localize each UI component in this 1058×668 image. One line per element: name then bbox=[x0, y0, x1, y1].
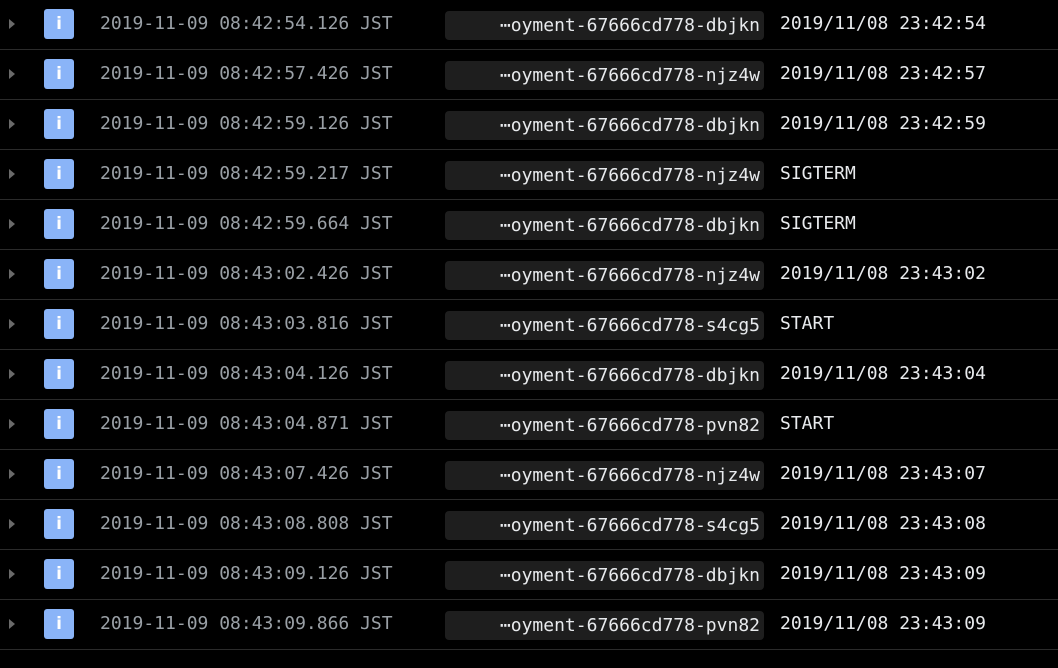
chevron-right-icon[interactable] bbox=[9, 319, 15, 329]
chevron-right-icon[interactable] bbox=[9, 419, 15, 429]
log-message: START bbox=[780, 413, 835, 434]
log-row[interactable]: i 2019-11-09 08:43:09.126 JST ⋯oyment-67… bbox=[0, 550, 1058, 600]
log-row[interactable]: i 2019-11-09 08:42:54.126 JST ⋯oyment-67… bbox=[0, 0, 1058, 50]
pod-name-chip[interactable]: ⋯oyment-67666cd778-dbjkn bbox=[445, 361, 764, 390]
pod-name-chip[interactable]: ⋯oyment-67666cd778-pvn82 bbox=[445, 611, 764, 640]
chevron-right-icon[interactable] bbox=[9, 19, 15, 29]
chevron-right-icon[interactable] bbox=[9, 219, 15, 229]
log-message: 2019/11/08 23:43:09 bbox=[780, 613, 986, 634]
info-icon: i bbox=[44, 309, 74, 339]
log-timestamp: 2019-11-09 08:42:54.126 JST bbox=[100, 13, 393, 34]
pod-name-label: ⋯oyment-67666cd778-pvn82 bbox=[499, 415, 760, 436]
pod-name-label: ⋯oyment-67666cd778-dbjkn bbox=[499, 565, 760, 586]
log-timestamp: 2019-11-09 08:43:09.866 JST bbox=[100, 613, 393, 634]
info-icon: i bbox=[44, 209, 74, 239]
log-timestamp: 2019-11-09 08:43:07.426 JST bbox=[100, 463, 393, 484]
info-icon: i bbox=[44, 459, 74, 489]
pod-name-chip[interactable]: ⋯oyment-67666cd778-dbjkn bbox=[445, 111, 764, 140]
chevron-right-icon[interactable] bbox=[9, 269, 15, 279]
pod-name-chip[interactable]: ⋯oyment-67666cd778-s4cg5 bbox=[445, 511, 764, 540]
info-icon: i bbox=[44, 59, 74, 89]
pod-name-chip[interactable]: ⋯oyment-67666cd778-s4cg5 bbox=[445, 311, 764, 340]
pod-name-chip[interactable]: ⋯oyment-67666cd778-njz4w bbox=[445, 61, 764, 90]
chevron-right-icon[interactable] bbox=[9, 369, 15, 379]
log-message: 2019/11/08 23:43:07 bbox=[780, 463, 986, 484]
chevron-right-icon[interactable] bbox=[9, 169, 15, 179]
log-row[interactable]: i 2019-11-09 08:42:59.126 JST ⋯oyment-67… bbox=[0, 100, 1058, 150]
pod-name-chip[interactable]: ⋯oyment-67666cd778-dbjkn bbox=[445, 211, 764, 240]
log-row[interactable]: i 2019-11-09 08:42:57.426 JST ⋯oyment-67… bbox=[0, 50, 1058, 100]
pod-name-label: ⋯oyment-67666cd778-dbjkn bbox=[499, 15, 760, 36]
info-icon: i bbox=[44, 9, 74, 39]
pod-name-label: ⋯oyment-67666cd778-dbjkn bbox=[499, 215, 760, 236]
pod-name-label: ⋯oyment-67666cd778-njz4w bbox=[499, 465, 760, 486]
log-message: 2019/11/08 23:43:02 bbox=[780, 263, 986, 284]
pod-name-label: ⋯oyment-67666cd778-njz4w bbox=[499, 265, 760, 286]
log-timestamp: 2019-11-09 08:43:04.126 JST bbox=[100, 363, 393, 384]
log-message: 2019/11/08 23:43:08 bbox=[780, 513, 986, 534]
log-timestamp: 2019-11-09 08:43:03.816 JST bbox=[100, 313, 393, 334]
log-row[interactable]: i 2019-11-09 08:43:03.816 JST ⋯oyment-67… bbox=[0, 300, 1058, 350]
pod-name-label: ⋯oyment-67666cd778-dbjkn bbox=[499, 115, 760, 136]
pod-name-chip[interactable]: ⋯oyment-67666cd778-dbjkn bbox=[445, 11, 764, 40]
log-entries-list: i 2019-11-09 08:42:54.126 JST ⋯oyment-67… bbox=[0, 0, 1058, 650]
log-message: 2019/11/08 23:43:04 bbox=[780, 363, 986, 384]
log-timestamp: 2019-11-09 08:43:08.808 JST bbox=[100, 513, 393, 534]
log-timestamp: 2019-11-09 08:43:02.426 JST bbox=[100, 263, 393, 284]
log-message: 2019/11/08 23:42:59 bbox=[780, 113, 986, 134]
chevron-right-icon[interactable] bbox=[9, 519, 15, 529]
log-message: 2019/11/08 23:42:57 bbox=[780, 63, 986, 84]
log-row[interactable]: i 2019-11-09 08:42:59.217 JST ⋯oyment-67… bbox=[0, 150, 1058, 200]
log-row[interactable]: i 2019-11-09 08:42:59.664 JST ⋯oyment-67… bbox=[0, 200, 1058, 250]
log-message: SIGTERM bbox=[780, 163, 856, 184]
chevron-right-icon[interactable] bbox=[9, 569, 15, 579]
log-timestamp: 2019-11-09 08:42:59.217 JST bbox=[100, 163, 393, 184]
log-timestamp: 2019-11-09 08:42:59.126 JST bbox=[100, 113, 393, 134]
pod-name-label: ⋯oyment-67666cd778-njz4w bbox=[499, 65, 760, 86]
chevron-right-icon[interactable] bbox=[9, 119, 15, 129]
info-icon: i bbox=[44, 559, 74, 589]
pod-name-chip[interactable]: ⋯oyment-67666cd778-njz4w bbox=[445, 461, 764, 490]
pod-name-label: ⋯oyment-67666cd778-s4cg5 bbox=[499, 315, 760, 336]
info-icon: i bbox=[44, 259, 74, 289]
pod-name-label: ⋯oyment-67666cd778-s4cg5 bbox=[499, 515, 760, 536]
pod-name-label: ⋯oyment-67666cd778-njz4w bbox=[499, 165, 760, 186]
info-icon: i bbox=[44, 359, 74, 389]
log-timestamp: 2019-11-09 08:42:59.664 JST bbox=[100, 213, 393, 234]
pod-name-label: ⋯oyment-67666cd778-pvn82 bbox=[499, 615, 760, 636]
pod-name-chip[interactable]: ⋯oyment-67666cd778-dbjkn bbox=[445, 561, 764, 590]
info-icon: i bbox=[44, 509, 74, 539]
log-timestamp: 2019-11-09 08:43:04.871 JST bbox=[100, 413, 393, 434]
info-icon: i bbox=[44, 409, 74, 439]
chevron-right-icon[interactable] bbox=[9, 69, 15, 79]
log-row[interactable]: i 2019-11-09 08:43:09.866 JST ⋯oyment-67… bbox=[0, 600, 1058, 650]
info-icon: i bbox=[44, 109, 74, 139]
pod-name-chip[interactable]: ⋯oyment-67666cd778-njz4w bbox=[445, 161, 764, 190]
info-icon: i bbox=[44, 609, 74, 639]
chevron-right-icon[interactable] bbox=[9, 619, 15, 629]
log-row[interactable]: i 2019-11-09 08:43:08.808 JST ⋯oyment-67… bbox=[0, 500, 1058, 550]
log-timestamp: 2019-11-09 08:43:09.126 JST bbox=[100, 563, 393, 584]
log-row[interactable]: i 2019-11-09 08:43:07.426 JST ⋯oyment-67… bbox=[0, 450, 1058, 500]
log-message: 2019/11/08 23:42:54 bbox=[780, 13, 986, 34]
chevron-right-icon[interactable] bbox=[9, 469, 15, 479]
pod-name-chip[interactable]: ⋯oyment-67666cd778-pvn82 bbox=[445, 411, 764, 440]
log-timestamp: 2019-11-09 08:42:57.426 JST bbox=[100, 63, 393, 84]
log-row[interactable]: i 2019-11-09 08:43:04.871 JST ⋯oyment-67… bbox=[0, 400, 1058, 450]
log-message: SIGTERM bbox=[780, 213, 856, 234]
pod-name-label: ⋯oyment-67666cd778-dbjkn bbox=[499, 365, 760, 386]
log-row[interactable]: i 2019-11-09 08:43:02.426 JST ⋯oyment-67… bbox=[0, 250, 1058, 300]
log-message: START bbox=[780, 313, 835, 334]
log-row[interactable]: i 2019-11-09 08:43:04.126 JST ⋯oyment-67… bbox=[0, 350, 1058, 400]
pod-name-chip[interactable]: ⋯oyment-67666cd778-njz4w bbox=[445, 261, 764, 290]
info-icon: i bbox=[44, 159, 74, 189]
log-message: 2019/11/08 23:43:09 bbox=[780, 563, 986, 584]
